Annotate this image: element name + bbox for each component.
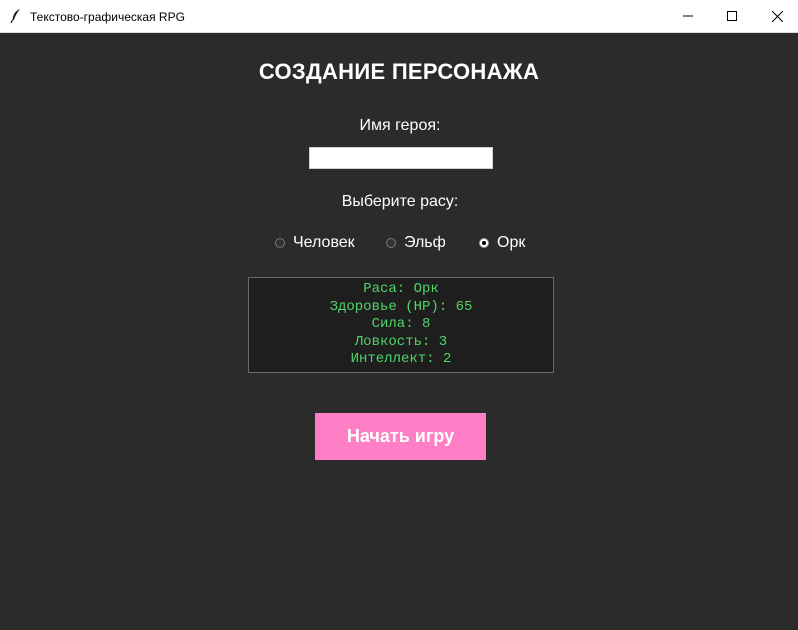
start-game-button[interactable]: Начать игру (315, 413, 486, 460)
race-option-label: Человек (293, 234, 355, 251)
window-title: Текстово-графическая RPG (30, 10, 185, 24)
hero-name-input[interactable] (309, 147, 493, 169)
title-bar: Текстово-графическая RPG (0, 0, 798, 33)
radio-button-selected[interactable] (479, 238, 489, 248)
close-icon (771, 10, 783, 22)
character-creation-screen: СОЗДАНИЕ ПЕРСОНАЖА Имя героя: Выберите р… (0, 33, 798, 630)
minimize-icon (683, 15, 693, 17)
race-option-elf[interactable]: Эльф (386, 234, 446, 252)
stat-health: Здоровье (HP): 65 (329, 298, 473, 315)
race-option-label: Эльф (404, 234, 446, 251)
stat-race: Раса: Орк (363, 281, 439, 297)
feather-icon (10, 9, 20, 24)
race-label: Выберите расу: (341, 193, 459, 210)
maximize-button[interactable] (709, 0, 755, 32)
minimize-button[interactable] (665, 0, 711, 32)
hero-name-label: Имя героя: (359, 117, 441, 134)
radio-button[interactable] (275, 238, 285, 248)
stat-intelligence: Интеллект: 2 (350, 351, 452, 367)
close-button[interactable] (754, 0, 798, 32)
stat-strength: Сила: 8 (371, 316, 431, 332)
stat-agility: Ловкость: 3 (354, 333, 448, 350)
page-title: СОЗДАНИЕ ПЕРСОНАЖА (258, 59, 540, 84)
race-option-orc[interactable]: Орк (479, 234, 525, 252)
race-option-human[interactable]: Человек (275, 234, 355, 252)
race-stats-panel: Раса: Орк Здоровье (HP): 65 Сила: 8 Ловк… (248, 277, 554, 373)
race-option-label: Орк (497, 234, 526, 251)
radio-button[interactable] (386, 238, 396, 248)
maximize-icon (727, 11, 737, 21)
